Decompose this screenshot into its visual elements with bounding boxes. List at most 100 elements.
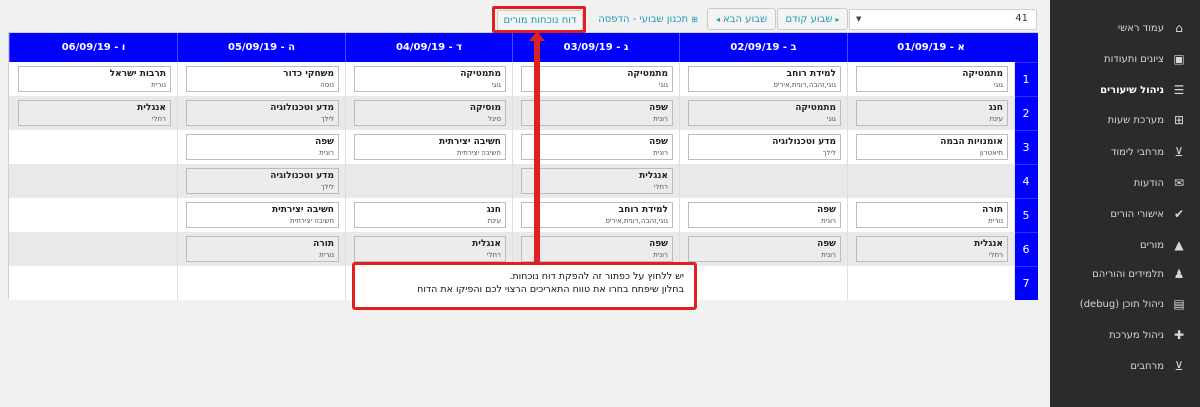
lesson-subject: מדע וטכנולוגיה: [270, 103, 334, 113]
lesson-teacher: רחלי: [988, 251, 1003, 259]
sidebar-item[interactable]: ⊞ מערכת שעות: [1050, 108, 1200, 132]
table-icon: ⊞: [691, 14, 698, 24]
next-week-label: שבוע הבא: [723, 13, 768, 25]
lesson-cell[interactable]: משחקי כדור נוסה: [186, 66, 339, 92]
lesson-teacher: רחלי: [486, 251, 501, 259]
lesson-subject: מוסיקה: [469, 103, 501, 113]
class-select[interactable]: 41 ▼: [849, 9, 1037, 30]
column-divider: [345, 62, 346, 96]
lesson-subject: למידת רוחב: [618, 205, 668, 215]
sidebar-item[interactable]: ⊻ מרחבי לימוד: [1050, 140, 1200, 164]
lesson-cell[interactable]: תורה נורית: [856, 202, 1008, 228]
sidebar-item[interactable]: ▲ מורים: [1050, 233, 1200, 257]
sidebar-item-label: מורים: [1139, 239, 1164, 251]
app-root: ⌂ עמוד ראשי ▣ ציונים ותעודות ☰ ניהול שיעורים ⊞…: [0, 0, 1200, 407]
lesson-cell[interactable]: שפה רונית: [688, 202, 841, 228]
lesson-cell[interactable]: מתמטיקה גוגי: [856, 66, 1008, 92]
lesson-cell[interactable]: חנג עינת: [856, 100, 1008, 126]
column-divider: [177, 266, 178, 300]
lesson-teacher: גוגי: [658, 81, 668, 89]
lesson-teacher: עינת: [487, 217, 501, 225]
lesson-teacher: עינת: [989, 115, 1003, 123]
lesson-teacher: רחלי: [653, 183, 668, 191]
column-divider: [177, 130, 178, 164]
sidebar-item-label: עמוד ראשי: [1117, 22, 1164, 34]
lesson-subject: חשיבה יצירתית: [271, 205, 334, 215]
lesson-cell[interactable]: מתמטיקה גוגי: [688, 100, 841, 126]
child-icon: ♟: [1173, 267, 1185, 281]
table-row: 1 מתמטיקה גוגי למידת רוחב גוגי,זהבה,רונית,אי…: [9, 62, 1038, 96]
annotation-arrow: [534, 38, 540, 262]
lesson-cell[interactable]: שפה רונית: [521, 100, 673, 126]
sidebar-item[interactable]: ⌂ עמוד ראשי: [1050, 16, 1200, 40]
lesson-teacher: גוגי: [491, 81, 501, 89]
column-divider: [847, 198, 848, 232]
lesson-subject: שפה: [817, 239, 836, 249]
lesson-subject: שפה: [649, 137, 668, 147]
print-plan-button[interactable]: ⊞ תכנון שבועי - הדפסה: [590, 8, 706, 30]
sidebar-item[interactable]: ☰ ניהול שיעורים: [1050, 78, 1200, 102]
day-header: ה - 05/09/19: [177, 33, 345, 62]
prev-week-button[interactable]: ▸ שבוע קודם: [777, 8, 848, 30]
highlight-box: [492, 6, 586, 33]
lesson-cell[interactable]: אנגלית רחלי: [521, 168, 673, 194]
column-divider: [1014, 96, 1015, 130]
sidebar-item[interactable]: ✔ אישורי הורים: [1050, 202, 1200, 226]
lesson-cell[interactable]: תורה נורית: [186, 236, 339, 262]
sidebar-item[interactable]: ♟ תלמידים והוריהם: [1050, 262, 1200, 286]
lesson-teacher: רונית: [653, 115, 668, 123]
lesson-cell[interactable]: מתמטיקה גוגי: [354, 66, 506, 92]
sidebar-item[interactable]: ✚ ניהול מערכת: [1050, 323, 1200, 347]
column-divider: [1014, 164, 1015, 198]
lesson-cell[interactable]: שפה רונית: [521, 134, 673, 160]
sidebar-item-label: ניהול שיעורים: [1100, 84, 1164, 96]
lesson-cell[interactable]: מדע וטכנולוגיה לילך: [186, 100, 339, 126]
column-divider: [679, 164, 680, 198]
lesson-subject: אנגלית: [974, 239, 1003, 249]
column-divider: [512, 96, 513, 130]
cart-icon: ⊻: [1174, 359, 1184, 373]
lesson-cell[interactable]: למידת רוחב גוגי,זהבה,רונית,איריס: [521, 202, 673, 228]
lesson-cell[interactable]: שפה רונית: [688, 236, 841, 262]
lesson-cell[interactable]: חשיבה יצירתית חשיבה יצירתית: [354, 134, 506, 160]
next-week-button[interactable]: שבוע הבא ◂: [707, 8, 776, 30]
sidebar-item[interactable]: ▤ ניהול תוכן (debug): [1050, 292, 1200, 316]
period-number: 6: [1014, 232, 1038, 266]
user-check-icon: ✔: [1173, 207, 1185, 221]
sidebar-item[interactable]: ▣ ציונים ותעודות: [1050, 47, 1200, 71]
sidebar-item[interactable]: ✉ הודעות: [1050, 171, 1200, 195]
column-divider: [1014, 130, 1015, 164]
lesson-cell[interactable]: מוסיקה סיגל: [354, 100, 506, 126]
lesson-cell[interactable]: מתמטיקה גוגי: [521, 66, 673, 92]
lesson-subject: מתמטיקה: [460, 69, 501, 79]
lesson-teacher: חשיבה יצירתית: [290, 217, 334, 225]
class-select-value: 41: [1015, 13, 1028, 24]
envelope-icon: ✉: [1173, 176, 1185, 190]
lesson-cell[interactable]: מדע וטכנולוגיה לילך: [688, 134, 841, 160]
period-number: 1: [1014, 62, 1038, 96]
prev-week-label: שבוע קודם: [785, 13, 833, 25]
lesson-cell[interactable]: למידת רוחב גוגי,זהבה,רונית,איריס: [688, 66, 841, 92]
lesson-cell[interactable]: שפה רונית: [186, 134, 339, 160]
lesson-cell[interactable]: אנגלית רחלי: [354, 236, 506, 262]
lesson-cell[interactable]: מדע וטכנולוגיה לילך: [186, 168, 339, 194]
lesson-cell[interactable]: אומנויות הבמה תיאטרון: [856, 134, 1008, 160]
lesson-cell[interactable]: חנג עינת: [354, 202, 506, 228]
lesson-teacher: גוגי: [993, 81, 1003, 89]
lesson-teacher: רונית: [319, 149, 334, 157]
lesson-teacher: נורית: [151, 81, 166, 89]
column-divider: [177, 164, 178, 198]
sidebar-item[interactable]: ⊻ מרחבים: [1050, 354, 1200, 378]
lesson-subject: תרבות ישראל: [109, 69, 166, 79]
home-icon: ⌂: [1175, 21, 1183, 35]
column-divider: [345, 164, 346, 198]
instruction-callout: יש ללחוץ על כפתור זה להפקת דוח נוכחות. ב…: [352, 262, 697, 310]
lesson-cell[interactable]: שפה רונית: [521, 236, 673, 262]
lesson-cell[interactable]: אנגלית רחלי: [856, 236, 1008, 262]
lesson-subject: מדע וטכנולוגיה: [270, 171, 334, 181]
lesson-cell[interactable]: חשיבה יצירתית חשיבה יצירתית: [186, 202, 339, 228]
lesson-cell[interactable]: אנגלית רחלי: [18, 100, 171, 126]
lesson-cell[interactable]: תרבות ישראל נורית: [18, 66, 171, 92]
lesson-subject: שפה: [649, 239, 668, 249]
column-divider: [512, 130, 513, 164]
